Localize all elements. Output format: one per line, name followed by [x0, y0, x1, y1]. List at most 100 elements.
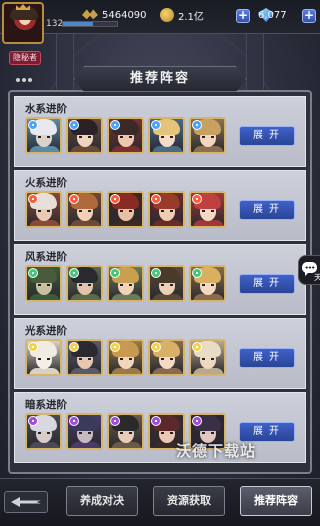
hero-portrait[interactable]	[25, 339, 62, 376]
element-icon	[151, 416, 161, 426]
lineup-section: 光系进阶 展开	[14, 318, 306, 389]
hero-portrait-row	[25, 191, 230, 228]
hero-eyes	[79, 432, 91, 434]
hero-eyes	[202, 210, 214, 212]
hero-eyes	[79, 210, 91, 212]
hero-eyes	[38, 284, 50, 286]
hero-eyes	[202, 136, 214, 138]
hero-portrait[interactable]	[107, 339, 144, 376]
hero-portrait[interactable]	[66, 117, 103, 154]
expand-button[interactable]: 展开	[239, 348, 295, 368]
gold-value: 2.1亿	[178, 11, 204, 23]
expand-button[interactable]: 展开	[239, 200, 295, 220]
hero-eyes	[161, 210, 173, 212]
hero-portrait[interactable]	[66, 339, 103, 376]
hero-portrait[interactable]	[189, 117, 226, 154]
hero-eyes	[202, 358, 214, 360]
hero-eyes	[38, 432, 50, 434]
hero-eyes	[202, 432, 214, 434]
hero-eyes	[120, 432, 132, 434]
hero-eyes	[161, 136, 173, 138]
hero-body	[29, 368, 60, 374]
hero-eyes	[38, 210, 50, 212]
hero-body	[152, 146, 183, 152]
hero-portrait[interactable]	[66, 413, 103, 450]
hero-eyes	[120, 136, 132, 138]
element-icon	[69, 120, 79, 130]
wings-icon	[82, 9, 98, 20]
player-avatar[interactable]	[2, 2, 44, 44]
hero-portrait[interactable]	[25, 265, 62, 302]
hero-body	[111, 220, 142, 226]
hero-portrait[interactable]	[189, 339, 226, 376]
element-icon	[69, 268, 79, 278]
watermark: 沃德下载站	[176, 442, 257, 460]
element-icon	[110, 416, 120, 426]
hero-portrait[interactable]	[25, 117, 62, 154]
element-icon	[192, 416, 202, 426]
tab-training-duel[interactable]: 养成对决	[66, 486, 138, 516]
hero-body	[152, 220, 183, 226]
back-button[interactable]	[4, 491, 48, 513]
hero-portrait[interactable]	[148, 339, 185, 376]
element-icon	[28, 342, 38, 352]
player-title-badge[interactable]: 隐秘者	[9, 51, 41, 65]
element-icon	[151, 268, 161, 278]
hero-body	[29, 442, 60, 448]
gold-resource: 2.1亿	[160, 6, 204, 24]
element-icon	[28, 120, 38, 130]
hero-eyes	[38, 136, 50, 138]
hero-portrait[interactable]	[189, 265, 226, 302]
expand-button[interactable]: 展开	[239, 126, 295, 146]
hero-body	[152, 368, 183, 374]
hero-body	[70, 146, 101, 152]
lineup-section-title: 暗系进阶	[25, 399, 67, 411]
add-gold-button[interactable]: +	[236, 9, 250, 23]
hero-portrait[interactable]	[107, 413, 144, 450]
element-icon	[192, 194, 202, 204]
hero-body	[111, 146, 142, 152]
hero-portrait[interactable]	[107, 191, 144, 228]
chat-dots	[305, 266, 315, 269]
hero-portrait[interactable]	[148, 117, 185, 154]
hero-portrait[interactable]	[25, 413, 62, 450]
element-icon	[151, 342, 161, 352]
chat-label: 天	[314, 273, 320, 282]
hero-body	[111, 294, 142, 300]
lineup-section: 暗系进阶展开	[14, 392, 306, 463]
hero-portrait[interactable]	[189, 191, 226, 228]
expand-button[interactable]: 展开	[239, 422, 295, 442]
hero-body	[193, 220, 224, 226]
hero-portrait[interactable]	[107, 265, 144, 302]
add-gem-button[interactable]: +	[302, 9, 316, 23]
hero-portrait[interactable]	[148, 191, 185, 228]
hero-portrait[interactable]	[107, 117, 144, 154]
lineup-section: 风系进阶 展开	[14, 244, 306, 315]
element-icon	[28, 416, 38, 426]
tab-recommended-lineup[interactable]: 推荐阵容	[240, 486, 312, 516]
hero-eyes	[79, 136, 91, 138]
hero-portrait[interactable]	[148, 265, 185, 302]
hero-eyes	[120, 210, 132, 212]
hero-eyes	[38, 358, 50, 360]
hero-portrait-row	[25, 339, 230, 376]
chat-tab[interactable]: 天	[298, 255, 320, 285]
element-icon	[28, 194, 38, 204]
hero-eyes	[120, 358, 132, 360]
hero-portrait[interactable]	[66, 191, 103, 228]
lineup-section-title: 火系进阶	[25, 177, 67, 189]
element-icon	[110, 120, 120, 130]
wings-value: 5464090	[102, 9, 147, 21]
hero-portrait[interactable]	[25, 191, 62, 228]
hero-portrait[interactable]	[66, 265, 103, 302]
element-icon	[69, 194, 79, 204]
hero-body	[29, 220, 60, 226]
gold-coin-icon	[160, 8, 174, 22]
hero-body	[193, 368, 224, 374]
tab-resource-acquisition[interactable]: 资源获取	[153, 486, 225, 516]
player-level: 132	[46, 19, 64, 29]
element-icon	[192, 342, 202, 352]
expand-button[interactable]: 展开	[239, 274, 295, 294]
hero-eyes	[79, 284, 91, 286]
element-icon	[28, 268, 38, 278]
